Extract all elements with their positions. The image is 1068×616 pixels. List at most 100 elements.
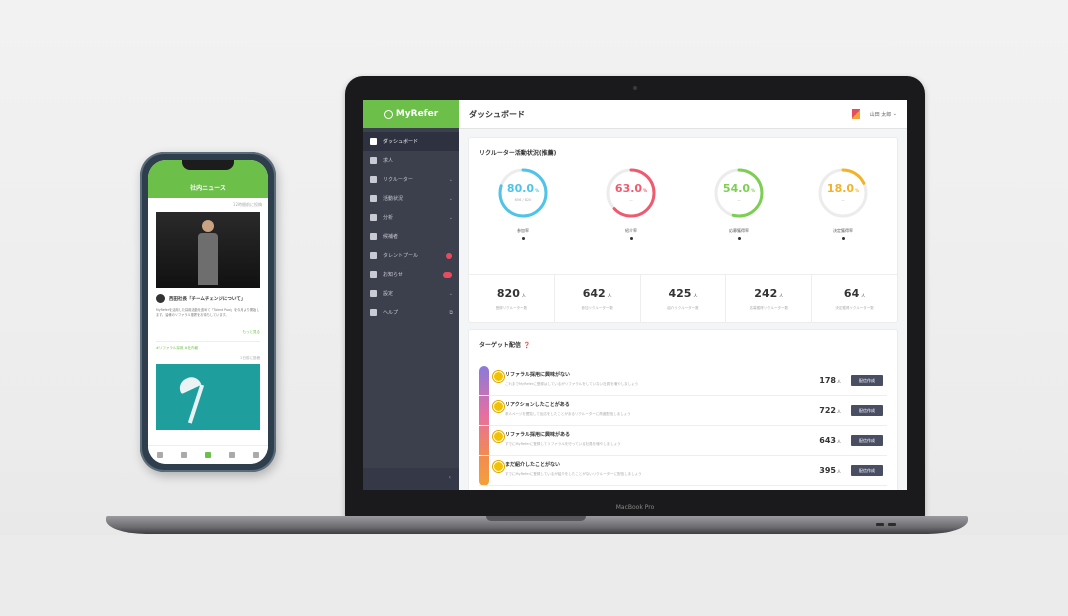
target-count: 395人: [819, 466, 841, 475]
person-icon: [370, 233, 377, 240]
smile-icon: [493, 401, 504, 412]
post-body: MyReferを活用した採用活動を進めて「Talent Pool」を今月より開始…: [156, 308, 260, 317]
target-count: 643人: [819, 436, 841, 445]
create-delivery-button[interactable]: 配信作成: [851, 405, 883, 416]
dot-indicator: [521, 237, 525, 240]
chevron-down-icon: ⌄: [448, 176, 453, 183]
smile-icon: [493, 431, 504, 442]
sidebar-item-jobs[interactable]: 求人: [363, 151, 459, 170]
donut-label: 応募獲得率: [729, 228, 749, 233]
phone-screen: 社内ニュース 12時間前に投稿 西田社長「チームチェンジについて」 MyRefe…: [148, 160, 268, 464]
donut-value: 18.0%: [826, 182, 860, 195]
create-delivery-button[interactable]: 配信作成: [851, 435, 883, 446]
chevron-down-icon[interactable]: ⌄: [891, 111, 897, 117]
topbar: ダッシュボード 山田 太郎 ⌄: [459, 100, 907, 129]
lamp-stem: [187, 384, 205, 424]
stat-applications: 242 人応募獲得リクルーター数: [726, 275, 813, 323]
laptop-brand: MacBook Pro: [615, 504, 655, 511]
donut-application: 54.0% — 応募獲得率: [709, 166, 769, 240]
usb-port: [876, 523, 884, 526]
sidebar-item-analytics[interactable]: 分析 ⌄: [363, 208, 459, 227]
post-title[interactable]: 西田社長「チームチェンジについて」: [169, 296, 245, 302]
camera: [633, 86, 637, 90]
create-delivery-button[interactable]: 配信作成: [851, 465, 883, 476]
dot-indicator: [629, 237, 633, 240]
stat-registered: 820 人登録リクルーター数: [469, 275, 555, 323]
donut-value: 54.0%: [722, 182, 756, 195]
target-row: リアクションしたことがある 求人ページを閲覧して反応をしたことがあるリクルーターに…: [479, 396, 887, 426]
sidebar: MyRefer ダッシュボード 求人 リクルーター ⌄ 活動状況 ⌄ 分析 ⌄ 候補者…: [363, 100, 459, 490]
read-more-link[interactable]: もっと見る: [156, 330, 261, 335]
menu-icon[interactable]: [253, 452, 259, 458]
target-title: ターゲット配信 ❓: [479, 342, 531, 349]
chart-icon: [370, 214, 377, 221]
help-icon: [370, 309, 377, 316]
phone-tab-bar: [148, 445, 268, 464]
donut-value: 63.0%: [614, 182, 648, 195]
sidebar-nav: ダッシュボード 求人 リクルーター ⌄ 活動状況 ⌄ 分析 ⌄ 候補者 タレントプール…: [363, 128, 459, 322]
sidebar-item-recruiters[interactable]: リクルーター ⌄: [363, 170, 459, 189]
sidebar-item-activity[interactable]: 活動状況 ⌄: [363, 189, 459, 208]
app-logo[interactable]: MyRefer: [363, 100, 459, 128]
post: 西田社長「チームチェンジについて」 MyReferを活用した採用活動を進めて「T…: [148, 288, 268, 351]
notification-badge: [443, 271, 452, 278]
page-title: ダッシュボード: [469, 109, 525, 119]
post-tags[interactable]: #リファラル採用 #社内報: [156, 341, 260, 351]
external-link-icon: ⧉: [449, 309, 453, 316]
smile-icon: [493, 461, 504, 472]
usb-port: [888, 523, 896, 526]
stat-referring: 425 人紹介リクルーター数: [641, 275, 727, 323]
chevron-down-icon: ⌄: [448, 290, 453, 297]
chevron-down-icon: ⌄: [448, 195, 453, 202]
laptop-notch: [486, 516, 586, 521]
sidebar-item-news[interactable]: お知らせ: [363, 265, 459, 284]
post-photo[interactable]: [156, 212, 260, 288]
create-delivery-button[interactable]: 配信作成: [851, 375, 883, 386]
donut-participation: 80.0% 656 / 820 参加率: [493, 166, 553, 240]
sidebar-item-talent-pool[interactable]: タレントプール: [363, 246, 459, 265]
dot-indicator: [737, 237, 741, 240]
donut-sub: 656 / 820: [514, 198, 532, 202]
target-count: 178人: [819, 376, 841, 385]
target-card: ターゲット配信 ❓ リファラル採用に興味がない これまでMyReferに登録はして…: [469, 330, 897, 490]
document-icon: [370, 157, 377, 164]
donut-value: 80.0%: [506, 182, 540, 195]
news-icon[interactable]: [205, 452, 211, 458]
laptop-screen: MyRefer ダッシュボード 求人 リクルーター ⌄ 活動状況 ⌄ 分析 ⌄ 候補者…: [363, 100, 907, 490]
target-row: リファラル採用に興味がある すでにMyReferに登録してリファラルを行っている社…: [479, 426, 887, 456]
home-icon: [370, 138, 377, 145]
activity-icon: [370, 195, 377, 202]
user-menu[interactable]: 山田 太郎: [870, 111, 892, 118]
search-icon[interactable]: [181, 452, 187, 458]
donut-referral: 63.0% — 紹介率: [601, 166, 661, 240]
target-row: まだ紹介したことがない すでにMyReferに登録しているが紹介をしたことがないリ…: [479, 456, 887, 486]
sidebar-collapse[interactable]: ‹: [363, 468, 459, 490]
stat-participating: 642 人参加リクルーター数: [555, 275, 641, 323]
sidebar-item-candidates[interactable]: 候補者: [363, 227, 459, 246]
floor: [0, 535, 1068, 616]
home-icon[interactable]: [157, 452, 163, 458]
company-flag-icon: [851, 109, 860, 119]
sidebar-item-dashboard[interactable]: ダッシュボード: [363, 132, 459, 151]
chevron-left-icon: ‹: [448, 474, 451, 481]
donut-row: 80.0% 656 / 820 参加率 63.0% — 紹介率 54.0% — …: [469, 166, 897, 266]
logo-icon: [383, 109, 393, 119]
sidebar-item-settings[interactable]: 設定 ⌄: [363, 284, 459, 303]
help-icon[interactable]: ❓: [523, 342, 530, 349]
post-image[interactable]: [156, 364, 260, 430]
donut-sub: —: [629, 198, 633, 202]
laptop: MyRefer ダッシュボード 求人 リクルーター ⌄ 活動状況 ⌄ 分析 ⌄ 候補者…: [345, 76, 925, 519]
chevron-down-icon: ⌄: [448, 214, 453, 221]
donut-label: 参加率: [517, 228, 529, 233]
bell-icon[interactable]: [229, 452, 235, 458]
target-count: 722人: [819, 406, 841, 415]
target-list: リファラル採用に興味がない これまでMyReferに登録はしているがリファラルをし…: [479, 366, 887, 486]
megaphone-icon: [370, 271, 377, 278]
phone-notch: [182, 160, 234, 170]
sidebar-item-help[interactable]: ヘルプ ⧉: [363, 303, 459, 322]
donut-hire: 18.0% — 決定獲得率: [813, 166, 873, 240]
stat-hires: 64 人決定獲得リクルーター数: [835, 287, 874, 310]
stats-row: 820 人登録リクルーター数 642 人参加リクルーター数 425 人紹介リクルーター…: [469, 274, 897, 323]
activity-card: リクルーター活動状況(推薦) 80.0% 656 / 820 参加率 63.0%…: [469, 138, 897, 323]
post-meta: 2日前に投稿: [240, 356, 260, 360]
